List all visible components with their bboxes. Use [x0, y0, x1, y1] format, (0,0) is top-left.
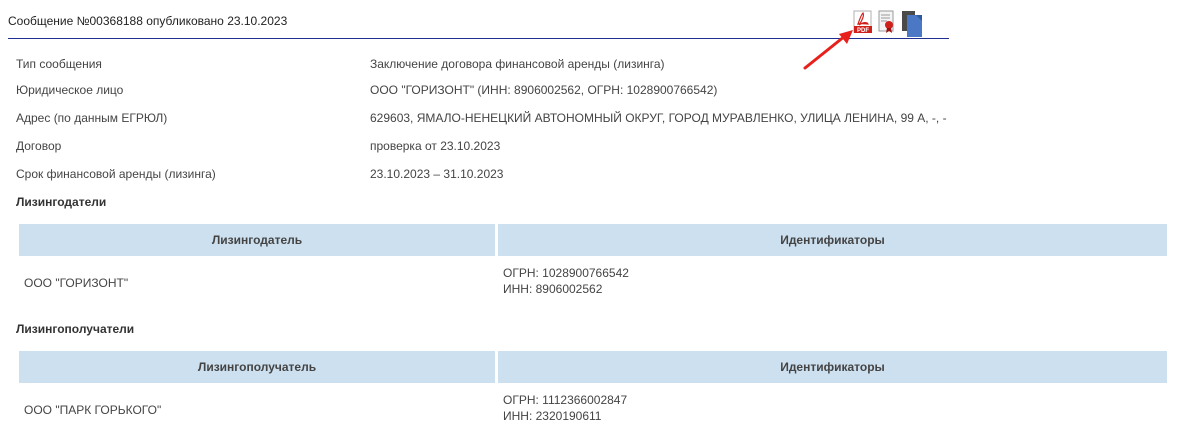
field-value: ООО "ГОРИЗОНТ" (ИНН: 8906002562, ОГРН: 1… [370, 83, 718, 97]
field-value: 23.10.2023 – 31.10.2023 [370, 167, 504, 181]
lessee-name: ООО "ПАРК ГОРЬКОГО" [24, 403, 162, 417]
field-label: Договор [16, 139, 62, 153]
lessors-header-name: Лизингодатель [19, 224, 495, 256]
field-label: Срок финансовой аренды (лизинга) [16, 167, 216, 181]
field-address: Адрес (по данным ЕГРЮЛ) 629603, ЯМАЛО-НЕ… [16, 111, 1166, 129]
lessee-identifiers: ОГРН: 1112366002847 ИНН: 2320190611 [503, 392, 627, 424]
copy-document-icon[interactable] [901, 10, 925, 41]
certificate-icon[interactable] [877, 10, 897, 37]
lessee-inn: ИНН: 2320190611 [503, 409, 602, 423]
field-label: Адрес (по данным ЕГРЮЛ) [16, 111, 168, 125]
lessor-ogrn: ОГРН: 1028900766542 [503, 266, 629, 280]
field-message-type: Тип сообщения Заключение договора финанс… [16, 57, 1166, 75]
message-title: Сообщение №00368188 опубликовано 23.10.2… [8, 14, 288, 28]
lessors-header-ids: Идентификаторы [498, 224, 1167, 256]
field-value: проверка от 23.10.2023 [370, 139, 501, 153]
field-value: Заключение договора финансовой аренды (л… [370, 57, 665, 71]
field-lease-term: Срок финансовой аренды (лизинга) 23.10.2… [16, 167, 1166, 185]
field-label: Юридическое лицо [16, 83, 124, 97]
field-label: Тип сообщения [16, 57, 102, 71]
lessees-section-title: Лизингополучатели [16, 322, 135, 336]
field-contract: Договор проверка от 23.10.2023 [16, 139, 1166, 157]
lessor-identifiers: ОГРН: 1028900766542 ИНН: 8906002562 [503, 265, 629, 297]
lessors-section-title: Лизингодатели [16, 195, 107, 209]
lessor-inn: ИНН: 8906002562 [503, 282, 603, 296]
lessor-name: ООО "ГОРИЗОНТ" [24, 276, 129, 290]
lessees-header-ids: Идентификаторы [498, 351, 1167, 383]
lessees-header-name: Лизингополучатель [19, 351, 495, 383]
svg-text:PDF: PDF [857, 28, 869, 34]
pdf-icon[interactable]: PDF [853, 10, 873, 37]
field-legal-entity: Юридическое лицо ООО "ГОРИЗОНТ" (ИНН: 89… [16, 83, 1166, 101]
lessee-ogrn: ОГРН: 1112366002847 [503, 393, 628, 407]
field-value: 629603, ЯМАЛО-НЕНЕЦКИЙ АВТОНОМНЫЙ ОКРУГ,… [370, 111, 947, 125]
